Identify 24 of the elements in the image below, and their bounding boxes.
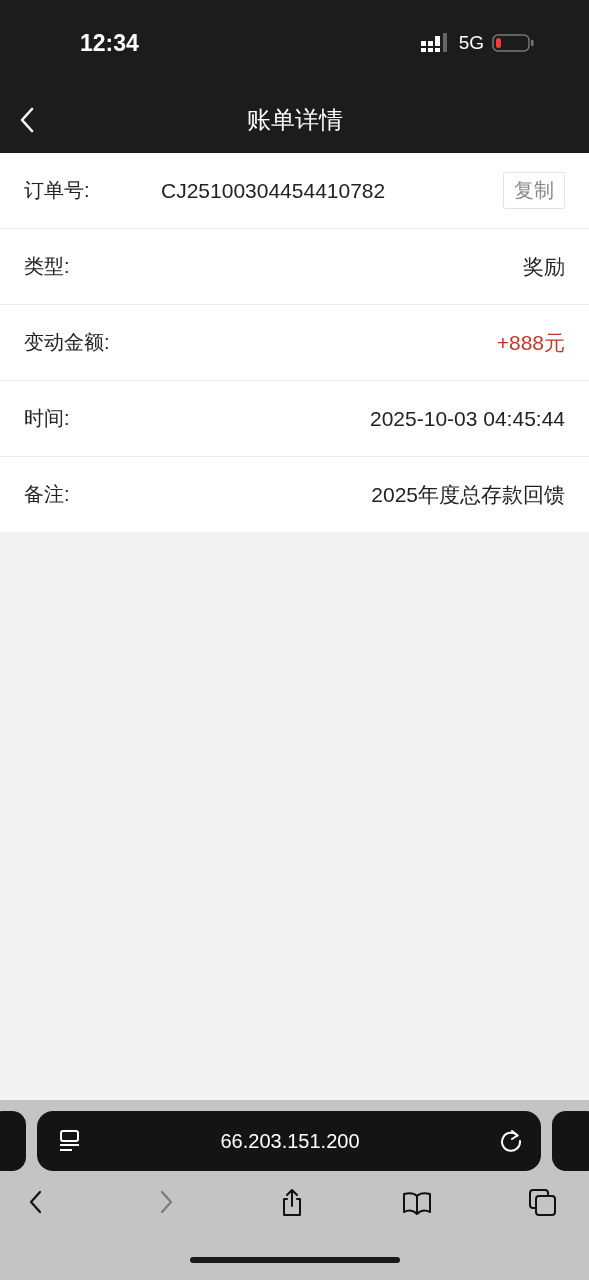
amount-value: +888元 — [495, 329, 565, 356]
reload-icon[interactable] — [499, 1129, 523, 1153]
tab-preview[interactable] — [0, 1111, 26, 1171]
reader-icon[interactable] — [59, 1129, 81, 1153]
tabs-icon[interactable] — [529, 1189, 557, 1217]
url-text: 66.203.151.200 — [220, 1129, 360, 1153]
field-label: 备注: — [24, 482, 71, 507]
copy-button[interactable]: 复制 — [503, 172, 565, 209]
address-bar[interactable]: 66.203.151.200 — [37, 1111, 541, 1171]
field-label: 类型: — [24, 254, 71, 279]
field-value: 奖励 — [522, 253, 565, 280]
field-label: 订单号: — [24, 178, 91, 203]
battery-icon — [492, 33, 534, 53]
back-icon[interactable] — [19, 106, 35, 133]
field-label: 时间: — [24, 406, 71, 431]
order-number: CJ25100304454410782 — [161, 178, 387, 203]
field-value: 2025-10-03 04:45:44 — [369, 406, 565, 431]
network-label: 5G — [458, 32, 484, 54]
page-title: 账单详情 — [246, 104, 343, 135]
field-value: 2025年度总存款回馈 — [370, 481, 565, 508]
field-label: 变动金额: — [24, 330, 111, 355]
book-icon[interactable] — [403, 1189, 432, 1217]
tab-preview[interactable] — [552, 1111, 589, 1171]
status-time: 12:34 — [80, 29, 139, 57]
